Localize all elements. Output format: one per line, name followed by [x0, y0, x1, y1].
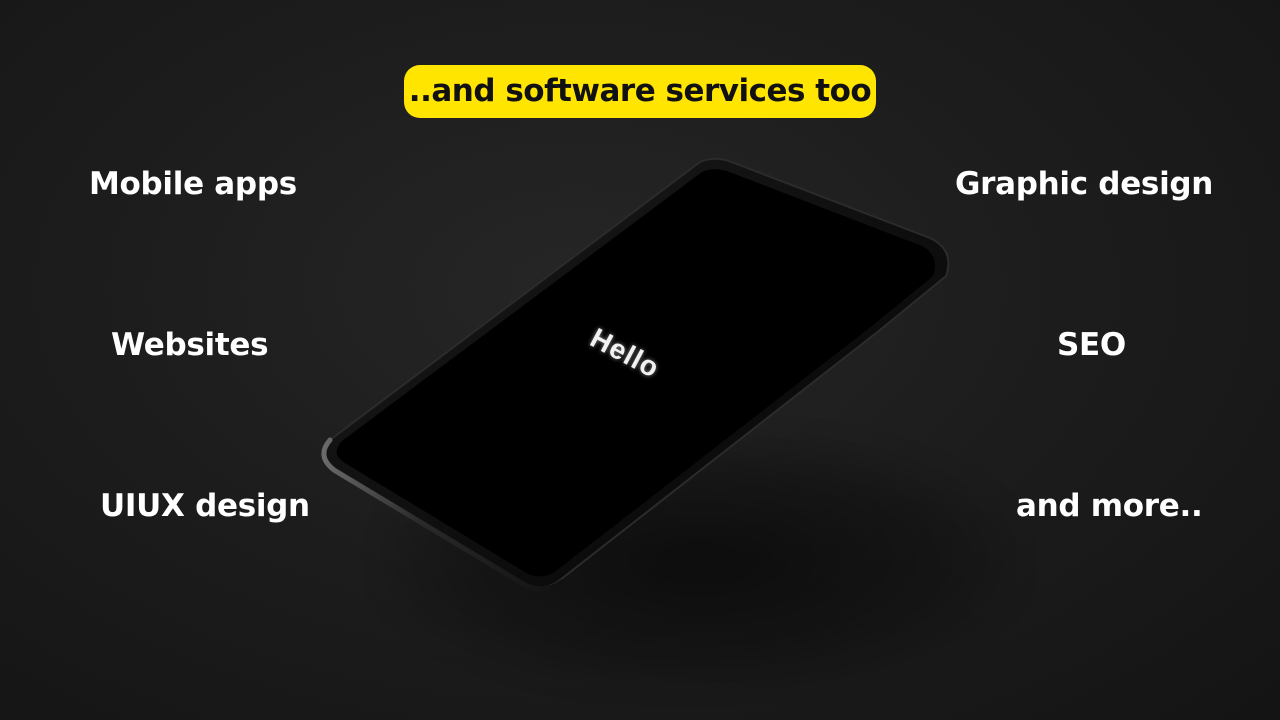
- service-graphic-design: Graphic design: [955, 166, 1214, 202]
- service-websites: Websites: [111, 327, 269, 363]
- headline-badge: ..and software services too: [404, 65, 876, 118]
- slide: Hello ..and software services too Mobile…: [0, 0, 1280, 720]
- service-mobile-apps: Mobile apps: [89, 166, 297, 202]
- service-seo: SEO: [1057, 327, 1126, 363]
- service-uiux-design: UIUX design: [100, 488, 310, 524]
- service-and-more: and more..: [1016, 488, 1203, 524]
